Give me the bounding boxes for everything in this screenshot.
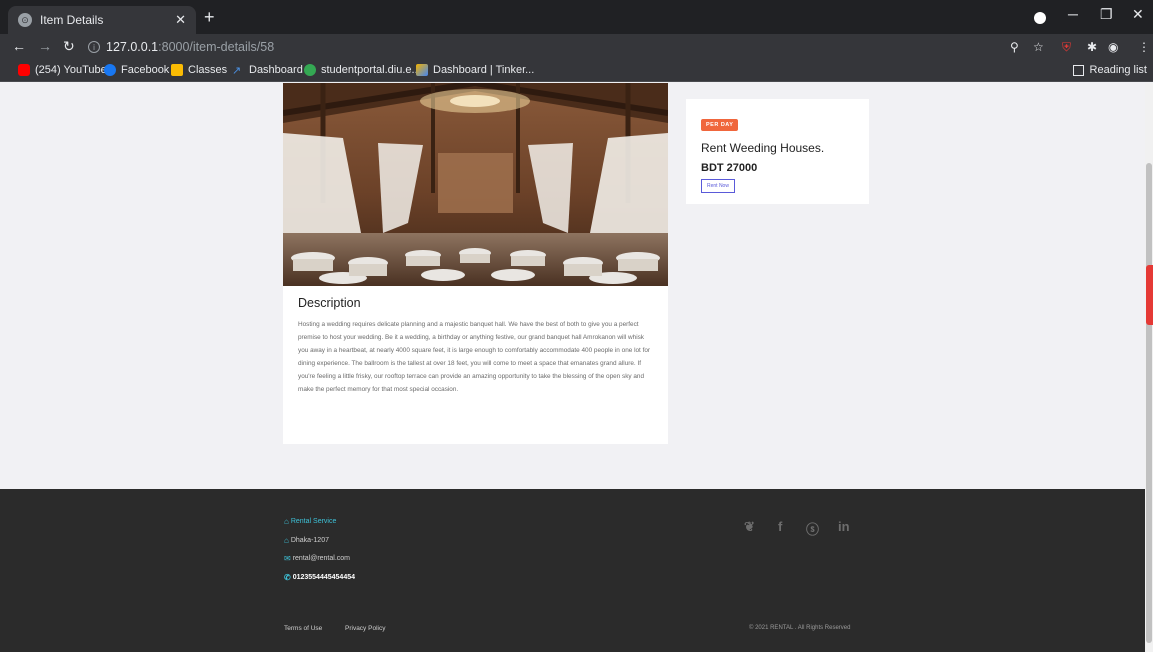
browser-toolbar: ← → ↻ i 127.0.0.1 :8000/item-details/58 … [0,34,1153,60]
reading-list-icon [1072,64,1084,76]
menu-icon[interactable]: ⋮ [1138,40,1150,54]
terms-of-use-link[interactable]: Terms of Use [284,625,322,632]
twitter-icon[interactable]: ❦ [744,519,755,535]
dashboard-icon: ↗ [232,65,242,77]
address-bar[interactable]: i 127.0.0.1 :8000/item-details/58 [86,36,1086,58]
scrollbar-thumb[interactable] [1146,163,1152,643]
youtube-icon [18,64,30,76]
description-text: Hosting a wedding requires delicate plan… [298,321,651,393]
description-heading: Description [298,296,361,310]
forward-icon[interactable]: → [38,38,52,54]
bookmark-label: Dashboard [249,64,303,76]
minimize-icon[interactable]: ─ [1068,6,1078,22]
site-footer: ⌂ Rental Service ⌂ Dhaka-1207 ✉ rental@r… [0,489,1145,652]
home-icon: ⌂ [284,517,289,526]
bookmark-tinker[interactable]: Dashboard | Tinker... [416,64,534,76]
url-host: 127.0.0.1 [106,40,159,54]
globe-icon: ⊙ [18,13,32,27]
rent-now-button[interactable]: Rent Now [701,179,735,193]
copyright-text: © 2021 RENTAL . All Rights Reserved [749,625,851,631]
tinker-icon [416,64,428,76]
bookmark-studentportal[interactable]: studentportal.diu.e... [304,64,421,76]
description-card: Description Hosting a wedding requires d… [283,286,668,444]
facebook-icon[interactable]: f [778,519,782,534]
facebook-icon [104,64,116,76]
bookmark-label: Dashboard | Tinker... [433,64,535,76]
item-title: Rent Weeding Houses. [701,141,825,155]
browser-tab[interactable]: ⊙ Item Details ✕ [8,6,196,34]
bookmarks-bar: (254) YouTube Facebook Classes ↗ Dashboa… [0,60,1153,82]
maximize-icon[interactable]: ❐ [1100,6,1113,23]
close-window-icon[interactable]: ✕ [1132,6,1144,23]
banquet-hall-image [283,83,668,286]
footer-brand-link[interactable]: ⌂ Rental Service [284,517,336,526]
page-content: Description Hosting a wedding requires d… [0,83,1145,652]
studentportal-icon [304,64,316,76]
footer-address-text: Dhaka-1207 [290,537,329,544]
per-day-badge: PER DAY [701,119,739,131]
side-feedback-tab[interactable] [1146,265,1153,325]
tab-title: Item Details [40,13,104,27]
extensions-icon[interactable]: ✱ [1087,40,1097,54]
footer-phone[interactable]: ✆ 0123554445454454 [284,573,355,582]
profile-icon[interactable] [1034,12,1046,24]
bookmark-label: (254) YouTube [35,64,107,76]
item-image [283,83,668,286]
new-tab-icon[interactable]: + [204,8,215,26]
info-icon[interactable]: i [88,41,100,53]
classroom-icon [171,64,183,76]
linkedin-icon[interactable]: in [838,519,850,534]
footer-brand: Rental Service [290,518,337,525]
avatar[interactable]: ◉ [1108,40,1118,54]
footer-address: ⌂ Dhaka-1207 [284,536,329,545]
browser-tabbar: ⊙ Item Details ✕ + ─ ❐ ✕ [0,0,1153,34]
reading-list-button[interactable]: Reading list [1072,64,1147,76]
skype-icon[interactable]: ⓢ [806,519,819,538]
phone-icon: ✆ [284,573,291,582]
reading-list-label: Reading list [1089,64,1147,76]
bookmark-youtube[interactable]: (254) YouTube [18,64,107,76]
close-tab-icon[interactable]: ✕ [175,12,186,28]
bookmark-label: Facebook [121,64,170,76]
location-icon: ⌂ [284,536,289,545]
bookmark-label: studentportal.diu.e... [321,64,421,76]
url-path: :8000/item-details/58 [158,40,275,54]
footer-email-text: rental@rental.com [292,555,350,562]
footer-phone-text: 0123554445454454 [292,574,355,581]
mail-icon: ✉ [284,554,291,563]
price-card: PER DAY Rent Weeding Houses. BDT 27000 R… [686,99,869,204]
ublock-icon[interactable]: ⛨ [1062,40,1071,55]
privacy-policy-link[interactable]: Privacy Policy [345,625,385,632]
page-scrollbar[interactable] [1145,83,1153,652]
bookmark-label: Classes [188,64,228,76]
bookmark-dashboard[interactable]: ↗ Dashboard [232,64,303,77]
reload-icon[interactable]: ↻ [63,38,75,55]
back-icon[interactable]: ← [12,38,26,54]
item-price: BDT 27000 [701,162,758,174]
footer-email[interactable]: ✉ rental@rental.com [284,554,350,563]
bookmark-facebook[interactable]: Facebook [104,64,169,76]
zoom-icon[interactable]: ⚲ [1010,40,1019,54]
bookmark-classes[interactable]: Classes [171,64,227,76]
bookmark-star-icon[interactable]: ☆ [1033,40,1044,54]
